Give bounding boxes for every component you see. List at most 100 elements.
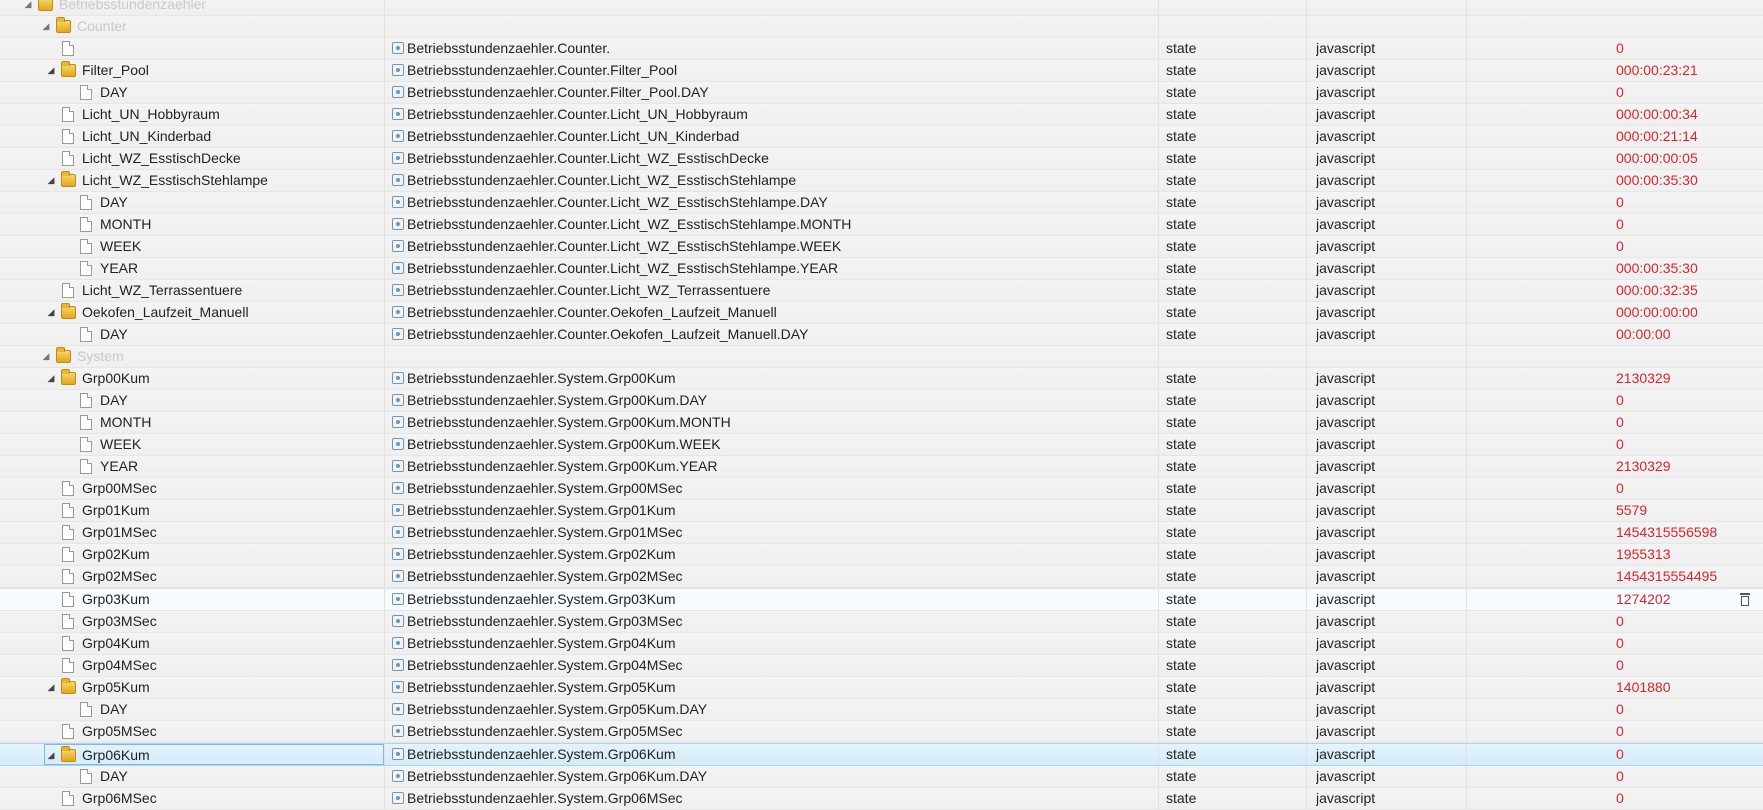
tree-row[interactable]: DAY Betriebsstundenzaehler.Counter.Licht_… (0, 192, 1763, 214)
name-cell[interactable]: DAY (0, 192, 384, 213)
tree-row[interactable]: MONTH Betriebsstundenzaehler.System.Grp00… (0, 412, 1763, 434)
expand-toggle-icon[interactable]: ◢ (40, 16, 52, 37)
column-divider (1158, 744, 1159, 765)
tree-row[interactable]: YEAR Betriebsstundenzaehler.System.Grp00K… (0, 456, 1763, 478)
name-cell[interactable]: Grp01MSec (0, 522, 384, 543)
column-divider (1158, 258, 1159, 279)
tree-row[interactable]: Licht_UN_Hobbyraum Betriebsstundenzaehler… (0, 104, 1763, 126)
expand-toggle-icon[interactable]: ◢ (45, 170, 57, 191)
column-divider (1306, 566, 1307, 587)
name-cell[interactable]: ◢ Oekofen_Laufzeit_Manuell (0, 302, 384, 323)
name-cell[interactable]: ◢ Licht_WZ_EsstischStehlampe (0, 170, 384, 191)
tree-row[interactable]: Grp05MSec Betriebsstundenzaehler.System.G… (0, 721, 1763, 743)
tree-row[interactable]: Grp01MSec Betriebsstundenzaehler.System.G… (0, 522, 1763, 544)
file-icon (80, 415, 92, 430)
tree-row[interactable]: Licht_WZ_Terrassentuere Betriebsstundenza… (0, 280, 1763, 302)
name-cell[interactable]: Grp00MSec (0, 478, 384, 499)
tree-row[interactable]: DAY Betriebsstundenzaehler.Counter.Oekofe… (0, 324, 1763, 346)
name-cell[interactable]: ◢ Filter_Pool (0, 60, 384, 81)
name-cell[interactable]: DAY (0, 699, 384, 720)
name-cell[interactable]: Grp04Kum (0, 633, 384, 654)
tree-row[interactable]: YEAR Betriebsstundenzaehler.Counter.Licht… (0, 258, 1763, 280)
id-cell: Betriebsstundenzaehler.System.Grp00Kum.Y… (388, 456, 1158, 477)
name-cell[interactable]: MONTH (0, 214, 384, 235)
tree-row[interactable]: Grp03MSec Betriebsstundenzaehler.System.G… (0, 611, 1763, 633)
tree-row[interactable]: Grp06MSec Betriebsstundenzaehler.System.G… (0, 788, 1763, 810)
name-cell[interactable]: Grp02Kum (0, 544, 384, 565)
tree-row[interactable]: ◢ Grp05Kum Betriebsstundenzaehler.System.G… (0, 677, 1763, 699)
name-cell[interactable]: ◢ System (0, 346, 384, 367)
tree-row[interactable]: ◢ Grp00Kum Betriebsstundenzaehler.System.G… (0, 368, 1763, 390)
tree-row[interactable]: WEEK Betriebsstundenzaehler.Counter.Licht… (0, 236, 1763, 258)
name-cell[interactable]: DAY (0, 390, 384, 411)
tree-row[interactable]: ◢ Licht_WZ_EsstischStehlampe Betriebsstund… (0, 170, 1763, 192)
name-cell[interactable]: ◢ Counter (0, 16, 384, 37)
tree-row[interactable]: WEEK Betriebsstundenzaehler.System.Grp00K… (0, 434, 1763, 456)
tree-row[interactable]: MONTH Betriebsstundenzaehler.Counter.Lich… (0, 214, 1763, 236)
object-name: Grp02MSec (82, 568, 157, 584)
object-name: Filter_Pool (82, 62, 149, 78)
expand-toggle-icon[interactable]: ◢ (22, 0, 34, 15)
name-cell[interactable]: MONTH (0, 412, 384, 433)
name-cell[interactable]: DAY (0, 766, 384, 787)
expand-toggle-icon[interactable]: ◢ (45, 60, 57, 81)
tree-row[interactable]: Grp02MSec Betriebsstundenzaehler.System.G… (0, 566, 1763, 588)
object-value: 0 (1616, 84, 1624, 100)
id-cell: Betriebsstundenzaehler.System.Grp00Kum.D… (388, 390, 1158, 411)
tree-group-row[interactable]: ◢ Counter (0, 16, 1763, 38)
name-cell[interactable]: DAY (0, 324, 384, 345)
tree-row[interactable]: DAY Betriebsstundenzaehler.Counter.Filter… (0, 82, 1763, 104)
tree-row[interactable]: DAY Betriebsstundenzaehler.System.Grp06Ku… (0, 766, 1763, 788)
tree-row[interactable]: Betriebsstundenzaehler.Counter. state java… (0, 38, 1763, 60)
column-divider (1158, 434, 1159, 455)
name-cell[interactable]: WEEK (0, 236, 384, 257)
name-cell[interactable]: ◢ Grp05Kum (0, 677, 384, 698)
tree-row[interactable]: ◢ Oekofen_Laufzeit_Manuell Betriebsstunden… (0, 302, 1763, 324)
object-id: Betriebsstundenzaehler.System.Grp03Kum (407, 591, 676, 607)
tree-row[interactable]: DAY Betriebsstundenzaehler.System.Grp05Ku… (0, 699, 1763, 721)
name-cell[interactable]: ◢ Betriebsstundenzaehler (0, 0, 384, 15)
name-cell[interactable] (0, 38, 384, 59)
name-cell[interactable]: Grp03MSec (0, 611, 384, 632)
object-name: DAY (100, 84, 128, 100)
tree-row[interactable]: Grp04Kum Betriebsstundenzaehler.System.Gr… (0, 633, 1763, 655)
name-cell[interactable]: Grp01Kum (0, 500, 384, 521)
tree-row[interactable]: Grp01Kum Betriebsstundenzaehler.System.Gr… (0, 500, 1763, 522)
expand-toggle-icon[interactable]: ◢ (45, 677, 57, 698)
name-cell[interactable]: ◢ Grp06Kum (44, 744, 384, 765)
tree-row[interactable]: Grp04MSec Betriebsstundenzaehler.System.G… (0, 655, 1763, 677)
trash-icon[interactable] (1740, 593, 1750, 606)
name-cell[interactable]: Grp02MSec (0, 566, 384, 587)
name-cell[interactable]: WEEK (0, 434, 384, 455)
tree-row[interactable]: Licht_WZ_EsstischDecke Betriebsstundenzae… (0, 148, 1763, 170)
tree-group-row[interactable]: ◢ System (0, 346, 1763, 368)
name-cell[interactable]: Licht_WZ_Terrassentuere (0, 280, 384, 301)
tree-row[interactable]: Licht_UN_Kinderbad Betriebsstundenzaehler… (0, 126, 1763, 148)
name-cell[interactable]: Grp06MSec (0, 788, 384, 809)
name-cell[interactable]: Licht_UN_Kinderbad (0, 126, 384, 147)
name-cell[interactable]: Grp05MSec (0, 721, 384, 742)
tree-row[interactable]: Grp03Kum Betriebsstundenzaehler.System.Gr… (0, 588, 1763, 611)
name-cell[interactable]: ◢ Grp00Kum (0, 368, 384, 389)
name-cell[interactable]: Grp04MSec (0, 655, 384, 676)
name-cell[interactable]: YEAR (0, 456, 384, 477)
expand-toggle-icon[interactable]: ◢ (45, 302, 57, 323)
column-divider (1306, 214, 1307, 235)
tree-row[interactable]: DAY Betriebsstundenzaehler.System.Grp00Ku… (0, 390, 1763, 412)
tree-row[interactable]: Grp02Kum Betriebsstundenzaehler.System.Gr… (0, 544, 1763, 566)
name-cell[interactable]: Grp03Kum (0, 589, 384, 610)
tree-group-row[interactable]: ◢ Betriebsstundenzaehler (0, 0, 1763, 16)
name-cell[interactable]: DAY (0, 82, 384, 103)
tree-row[interactable]: Grp00MSec Betriebsstundenzaehler.System.G… (0, 478, 1763, 500)
tree-row[interactable]: ◢ Filter_Pool Betriebsstundenzaehler.Count… (0, 60, 1763, 82)
name-cell[interactable]: Licht_UN_Hobbyraum (0, 104, 384, 125)
expand-toggle-icon[interactable]: ◢ (45, 745, 57, 764)
column-divider (1158, 788, 1159, 809)
id-cell: Betriebsstundenzaehler.Counter.Licht_WZ_… (388, 280, 1158, 301)
expand-toggle-icon[interactable]: ◢ (45, 368, 57, 389)
object-id: Betriebsstundenzaehler.Counter.Licht_WZ_… (407, 172, 797, 188)
name-cell[interactable]: Licht_WZ_EsstischDecke (0, 148, 384, 169)
expand-toggle-icon[interactable]: ◢ (40, 346, 52, 367)
name-cell[interactable]: YEAR (0, 258, 384, 279)
column-divider (1306, 368, 1307, 389)
